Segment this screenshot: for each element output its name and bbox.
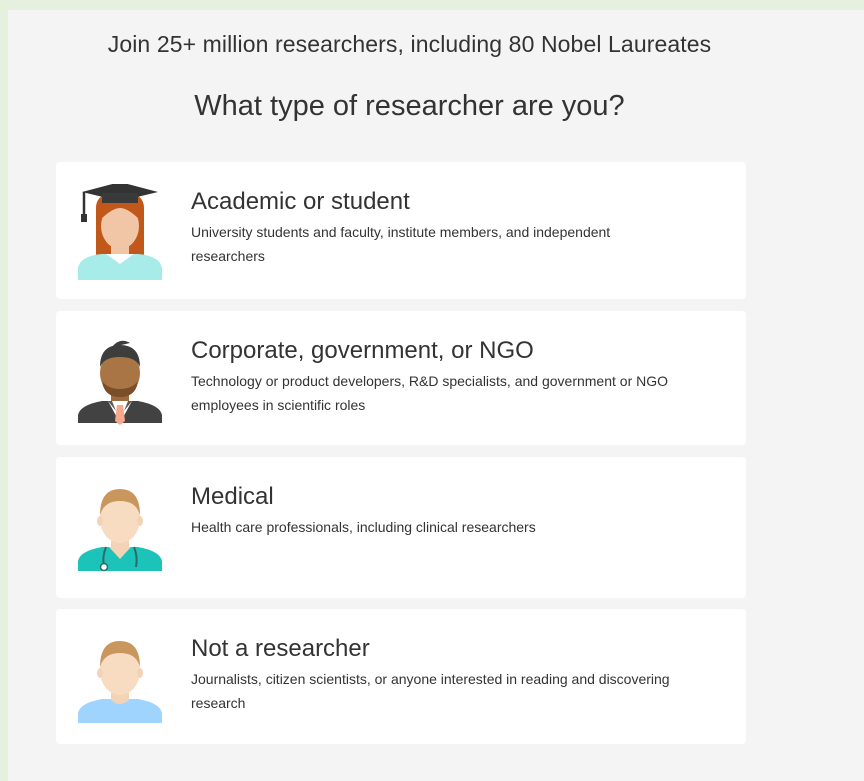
option-title: Academic or student: [191, 188, 410, 215]
option-description: Health care professionals, including cli…: [191, 519, 536, 535]
signup-panel: Join 25+ million researchers, including …: [8, 10, 864, 781]
business-avatar-icon: [76, 333, 164, 429]
option-corporate-card[interactable]: Corporate, government, or NGO Technology…: [56, 311, 746, 445]
option-title: Medical: [191, 483, 274, 510]
tagline: Join 25+ million researchers, including …: [107, 31, 712, 57]
page-title: What type of researcher are you?: [194, 90, 625, 122]
option-medical-card[interactable]: Medical Health care professionals, inclu…: [56, 457, 746, 598]
option-title: Not a researcher: [191, 635, 370, 662]
option-description: Technology or product developers, R&D sp…: [191, 373, 669, 413]
person-avatar-icon: [76, 631, 164, 727]
option-title: Corporate, government, or NGO: [191, 337, 534, 364]
option-description: Journalists, citizen scientists, or anyo…: [191, 671, 670, 711]
option-not-researcher-card[interactable]: Not a researcher Journalists, citizen sc…: [56, 609, 746, 744]
graduate-avatar-icon: [76, 184, 164, 280]
option-description: University students and faculty, institu…: [191, 224, 611, 264]
option-academic-card[interactable]: Academic or student University students …: [56, 162, 746, 299]
doctor-avatar-icon: [76, 479, 164, 575]
